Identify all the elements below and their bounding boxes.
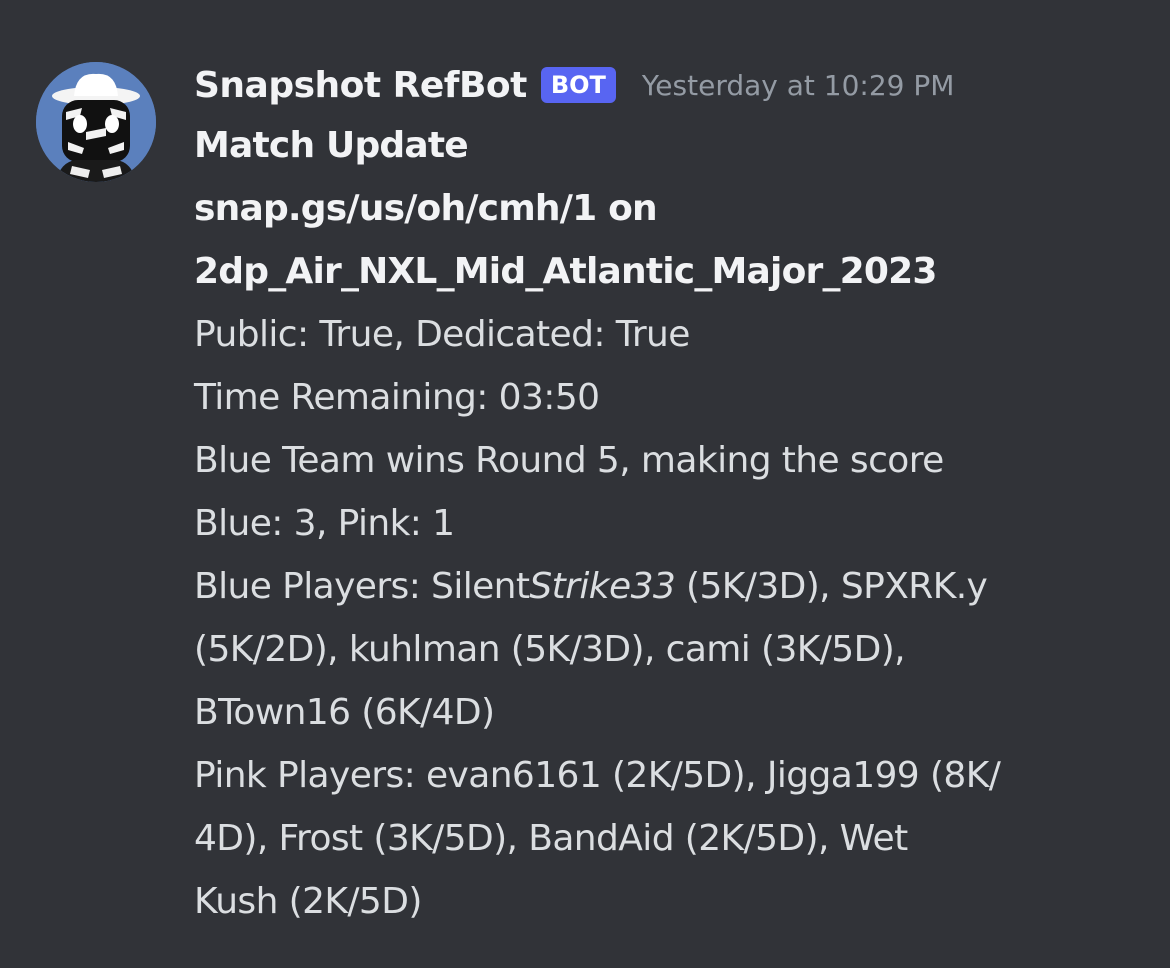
server-line-2: 2dp_Air_NXL_Mid_Atlantic_Major_2023 (194, 251, 937, 292)
message-body: Match Update snap.gs/us/oh/cmh/1 on 2dp_… (194, 114, 1154, 933)
time-remaining: Time Remaining: 03:50 (194, 377, 600, 418)
round-result: Blue Team wins Round 5, making the score (194, 440, 944, 481)
chat-message: Snapshot RefBot BOT Yesterday at 10:29 P… (0, 0, 1170, 968)
message-timestamp[interactable]: Yesterday at 10:29 PM (642, 69, 955, 102)
blue-players-line-3: BTown16 (6K/4D) (194, 692, 495, 733)
italic-name-fragment: Strike33 (529, 566, 676, 607)
message-header: Snapshot RefBot BOT Yesterday at 10:29 P… (194, 56, 1154, 114)
public-status: Public: True, Dedicated: True (194, 314, 690, 355)
server-line-1: snap.gs/us/oh/cmh/1 on (194, 188, 658, 229)
blue-players-prefix: Blue Players: Silent (194, 566, 530, 607)
match-title: Match Update (194, 125, 469, 166)
author-name[interactable]: Snapshot RefBot (194, 65, 527, 106)
pink-players-line-3: Kush (2K/5D) (194, 881, 422, 922)
blue-players-suffix: (5K/3D), SPXRK.y (675, 566, 988, 607)
score-line: Blue: 3, Pink: 1 (194, 503, 455, 544)
pink-players-line-1: Pink Players: evan6161 (2K/5D), Jigga199… (194, 755, 1001, 796)
blue-players-line-1: Blue Players: SilentStrike33 (5K/3D), SP… (194, 555, 1154, 618)
bot-avatar[interactable] (36, 62, 156, 182)
message-content: Snapshot RefBot BOT Yesterday at 10:29 P… (194, 56, 1154, 933)
pink-players-line-2: 4D), Frost (3K/5D), BandAid (2K/5D), Wet (194, 818, 908, 859)
bot-badge: BOT (540, 66, 616, 104)
zebra-cowboy-avatar-icon (36, 62, 156, 182)
blue-players-line-2: (5K/2D), kuhlman (5K/3D), cami (3K/5D), (194, 629, 906, 670)
